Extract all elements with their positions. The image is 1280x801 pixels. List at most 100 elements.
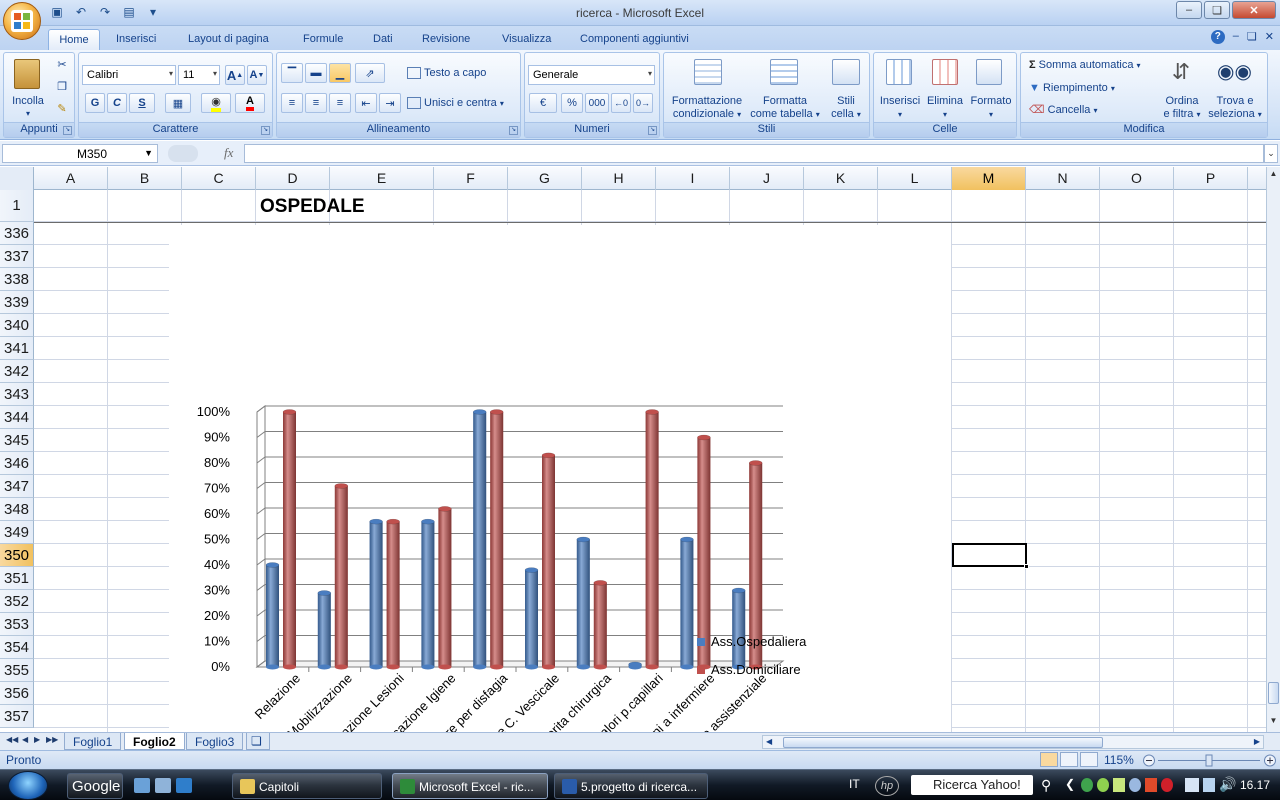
ordina-filtra-button[interactable]: Ordina e filtra ▾ [1157,95,1207,121]
tab-revisione[interactable]: Revisione [414,29,478,50]
row-header-340[interactable]: 340 [0,314,34,337]
row-header-336[interactable]: 336 [0,222,34,245]
last-sheet-icon[interactable]: ▶▶ [46,735,58,744]
page-break-view-icon[interactable] [1080,752,1098,767]
thousands-button[interactable]: 000 [585,93,609,113]
column-header-i[interactable]: I [656,167,730,190]
bold-button[interactable]: G [85,93,105,113]
google-toolbar-button[interactable]: Google [67,773,123,799]
cut-icon[interactable]: ✂ [54,59,70,72]
ribbon-restore-icon[interactable]: ❏ [1247,30,1257,44]
align-center-icon[interactable]: ≡ [305,93,327,113]
row-header-352[interactable]: 352 [0,590,34,613]
somma-automatica-button[interactable]: Σ Somma automatica ▾ [1029,59,1141,72]
show-desktop-icon[interactable] [134,778,150,793]
elimina-button[interactable]: Elimina ▾ [922,95,968,121]
column-header-c[interactable]: C [182,167,256,190]
column-header-k[interactable]: K [804,167,878,190]
bar-chart[interactable]: 0% 10% 20% 30% 40% 50% 60% 70% 80% 90% 100% Relazio… [169,225,951,732]
start-button[interactable] [8,771,48,800]
language-indicator[interactable]: IT [849,777,860,791]
internet-explorer-icon[interactable] [176,778,192,793]
chart-area[interactable]: 0% 10% 20% 30% 40% 50% 60% 70% 80% 90% 100% Relazio… [169,225,951,732]
increase-decimal-icon[interactable]: ←0 [611,93,631,113]
tray-app-icons[interactable] [1081,778,1173,792]
grow-font-icon[interactable]: A ▲ [225,65,245,85]
align-middle-icon[interactable]: ▬ [305,63,327,83]
row-header-341[interactable]: 341 [0,337,34,360]
scroll-up-icon[interactable]: ▲ [1267,169,1280,183]
scroll-left-icon[interactable]: ◀ [766,737,772,746]
formato-button[interactable]: Formato ▾ [968,95,1014,121]
wrap-text-button[interactable]: Testo a capo [407,67,486,80]
page-layout-view-icon[interactable] [1060,752,1078,767]
column-header-f[interactable]: F [434,167,508,190]
orientation-icon[interactable]: ⇗ [355,63,385,83]
tab-dati[interactable]: Dati [365,29,401,50]
align-right-icon[interactable]: ≡ [329,93,351,113]
row-header-1[interactable]: 1 [0,190,34,222]
task-word[interactable]: 5.progetto di ricerca... [554,773,708,799]
expand-formula-bar-icon[interactable]: ⌄ [1264,144,1278,163]
row-header-346[interactable]: 346 [0,452,34,475]
decrease-indent-icon[interactable]: ⇤ [355,93,377,113]
merge-center-button[interactable]: Unisci e centra ▾ [407,97,504,110]
percent-button[interactable]: % [561,93,583,113]
zoom-level[interactable]: 115% [1104,753,1134,767]
horizontal-scrollbar[interactable]: ◀ ▶ [762,735,1264,749]
row-header-347[interactable]: 347 [0,475,34,498]
trova-seleziona-button[interactable]: Trova e seleziona ▾ [1205,95,1265,121]
vertical-scroll-thumb[interactable] [1268,682,1279,704]
row-header-353[interactable]: 353 [0,613,34,636]
font-color-icon[interactable]: A [235,93,265,113]
battery-icon[interactable] [1203,778,1215,792]
font-name-combo[interactable]: Calibri ▾ [82,65,176,85]
close-button[interactable]: ✕ [1232,1,1276,19]
row-header-339[interactable]: 339 [0,291,34,314]
row-header-338[interactable]: 338 [0,268,34,291]
column-header-m[interactable]: M [952,167,1026,190]
column-header-a[interactable]: A [34,167,108,190]
ribbon-close-icon[interactable]: ✕ [1265,30,1274,44]
appunti-dialog-icon[interactable]: ↘ [63,126,72,135]
volume-icon[interactable]: 🔊 [1219,776,1236,793]
name-box[interactable]: M350 ▼ [2,144,158,163]
row-header-355[interactable]: 355 [0,659,34,682]
carattere-dialog-icon[interactable]: ↘ [261,126,270,135]
tab-formule[interactable]: Formule [295,29,351,50]
tray-expand-icon[interactable]: ❮ [1065,777,1075,791]
network-icon[interactable] [1185,778,1199,792]
zoom-thumb[interactable] [1205,754,1213,767]
restore-button[interactable]: ❏ [1204,1,1230,19]
tab-componenti[interactable]: Componenti aggiuntivi [572,29,697,50]
scroll-down-icon[interactable]: ▼ [1267,716,1280,730]
incolla-dropdown-icon[interactable]: ▾ [22,107,34,120]
allineamento-dialog-icon[interactable]: ↘ [509,126,518,135]
help-icon[interactable]: ? [1210,30,1225,44]
task-capitoli[interactable]: Capitoli [232,773,382,799]
fill-color-icon[interactable]: ◉ [201,93,231,113]
numeri-dialog-icon[interactable]: ↘ [648,126,657,135]
column-header-l[interactable]: L [878,167,952,190]
formatta-tabella-button[interactable]: Formatta come tabella ▾ [746,95,824,121]
sheet-tab-foglio2[interactable]: Foglio2 [124,733,185,750]
row-header-350[interactable]: 350 [0,544,34,567]
normal-view-icon[interactable] [1040,752,1058,767]
search-icon[interactable]: ⚲ [1041,777,1051,794]
column-header-d[interactable]: D [256,167,330,190]
row-header-345[interactable]: 345 [0,429,34,452]
cell-d1-ospedale[interactable]: OSPEDALE [260,196,365,218]
inserisci-button[interactable]: Inserisci ▾ [876,95,924,121]
tab-home[interactable]: Home [48,29,100,50]
formattazione-condizionale-button[interactable]: Formattazione condizionale ▾ [666,95,748,121]
row-header-342[interactable]: 342 [0,360,34,383]
align-top-icon[interactable]: ▔ [281,63,303,83]
cancella-button[interactable]: ⌫ Cancella ▾ [1029,104,1098,117]
increase-indent-icon[interactable]: ⇥ [379,93,401,113]
column-header-e[interactable]: E [330,167,434,190]
clock[interactable]: 16.17 [1240,778,1270,792]
ribbon-minimize-icon[interactable]: – [1233,30,1239,44]
zoom-slider[interactable] [1142,754,1278,767]
currency-icon[interactable]: € [529,93,557,113]
first-sheet-icon[interactable]: ◀◀ [6,735,18,744]
